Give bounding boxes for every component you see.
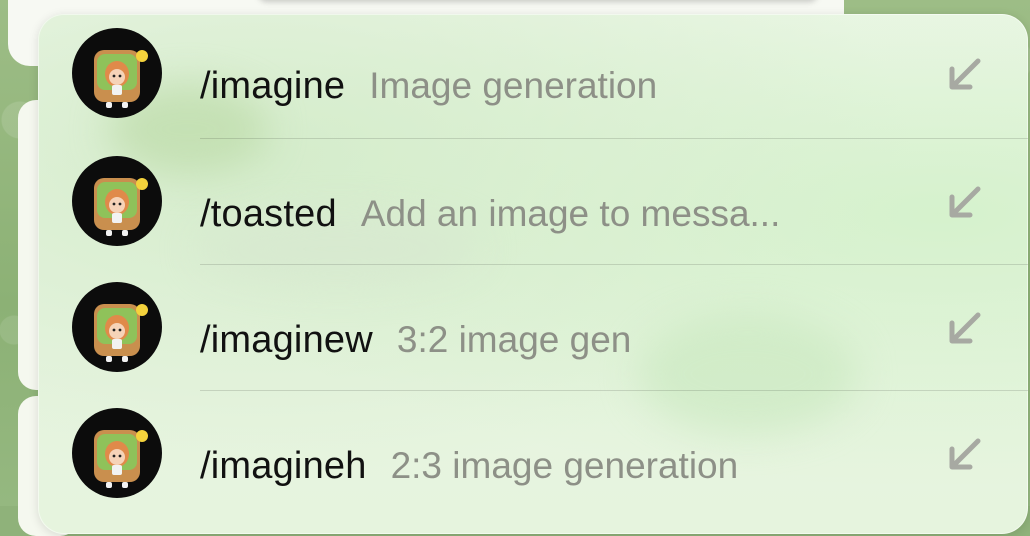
command-line: /imagine Image generation bbox=[200, 65, 657, 108]
command-description: Image generation bbox=[369, 65, 658, 106]
bot-avatar bbox=[72, 28, 162, 118]
insert-arrow-icon[interactable] bbox=[944, 55, 984, 95]
command-name: /imagineh bbox=[200, 445, 367, 487]
insert-arrow-icon[interactable] bbox=[944, 183, 984, 223]
bot-avatar bbox=[72, 156, 162, 246]
command-description: Add an image to messa... bbox=[360, 193, 781, 234]
command-name: /imagine bbox=[200, 65, 346, 107]
command-description: 2:3 image generation bbox=[390, 445, 739, 486]
insert-arrow-icon[interactable] bbox=[944, 435, 984, 475]
command-suggestion-item[interactable]: /imagineh 2:3 image generation bbox=[38, 391, 1028, 517]
bot-avatar bbox=[72, 282, 162, 372]
command-name: /toasted bbox=[200, 193, 337, 235]
bot-avatar bbox=[72, 408, 162, 498]
insert-arrow-icon[interactable] bbox=[944, 309, 984, 349]
command-description: 3:2 image gen bbox=[396, 319, 632, 360]
command-suggestion-item[interactable]: /imaginew 3:2 image gen bbox=[38, 265, 1028, 391]
command-line: /toasted Add an image to messa... bbox=[200, 193, 780, 236]
message-text-obscured bbox=[258, 0, 818, 2]
command-name: /imaginew bbox=[200, 319, 373, 361]
command-line: /imaginew 3:2 image gen bbox=[200, 319, 631, 362]
command-suggestion-item[interactable]: /toasted Add an image to messa... bbox=[38, 139, 1028, 265]
command-line: /imagineh 2:3 image generation bbox=[200, 445, 738, 488]
command-suggestions-panel: /imagine Image generation /toasted Add a… bbox=[38, 14, 1028, 534]
command-suggestion-item[interactable]: /imagine Image generation bbox=[38, 14, 1028, 139]
